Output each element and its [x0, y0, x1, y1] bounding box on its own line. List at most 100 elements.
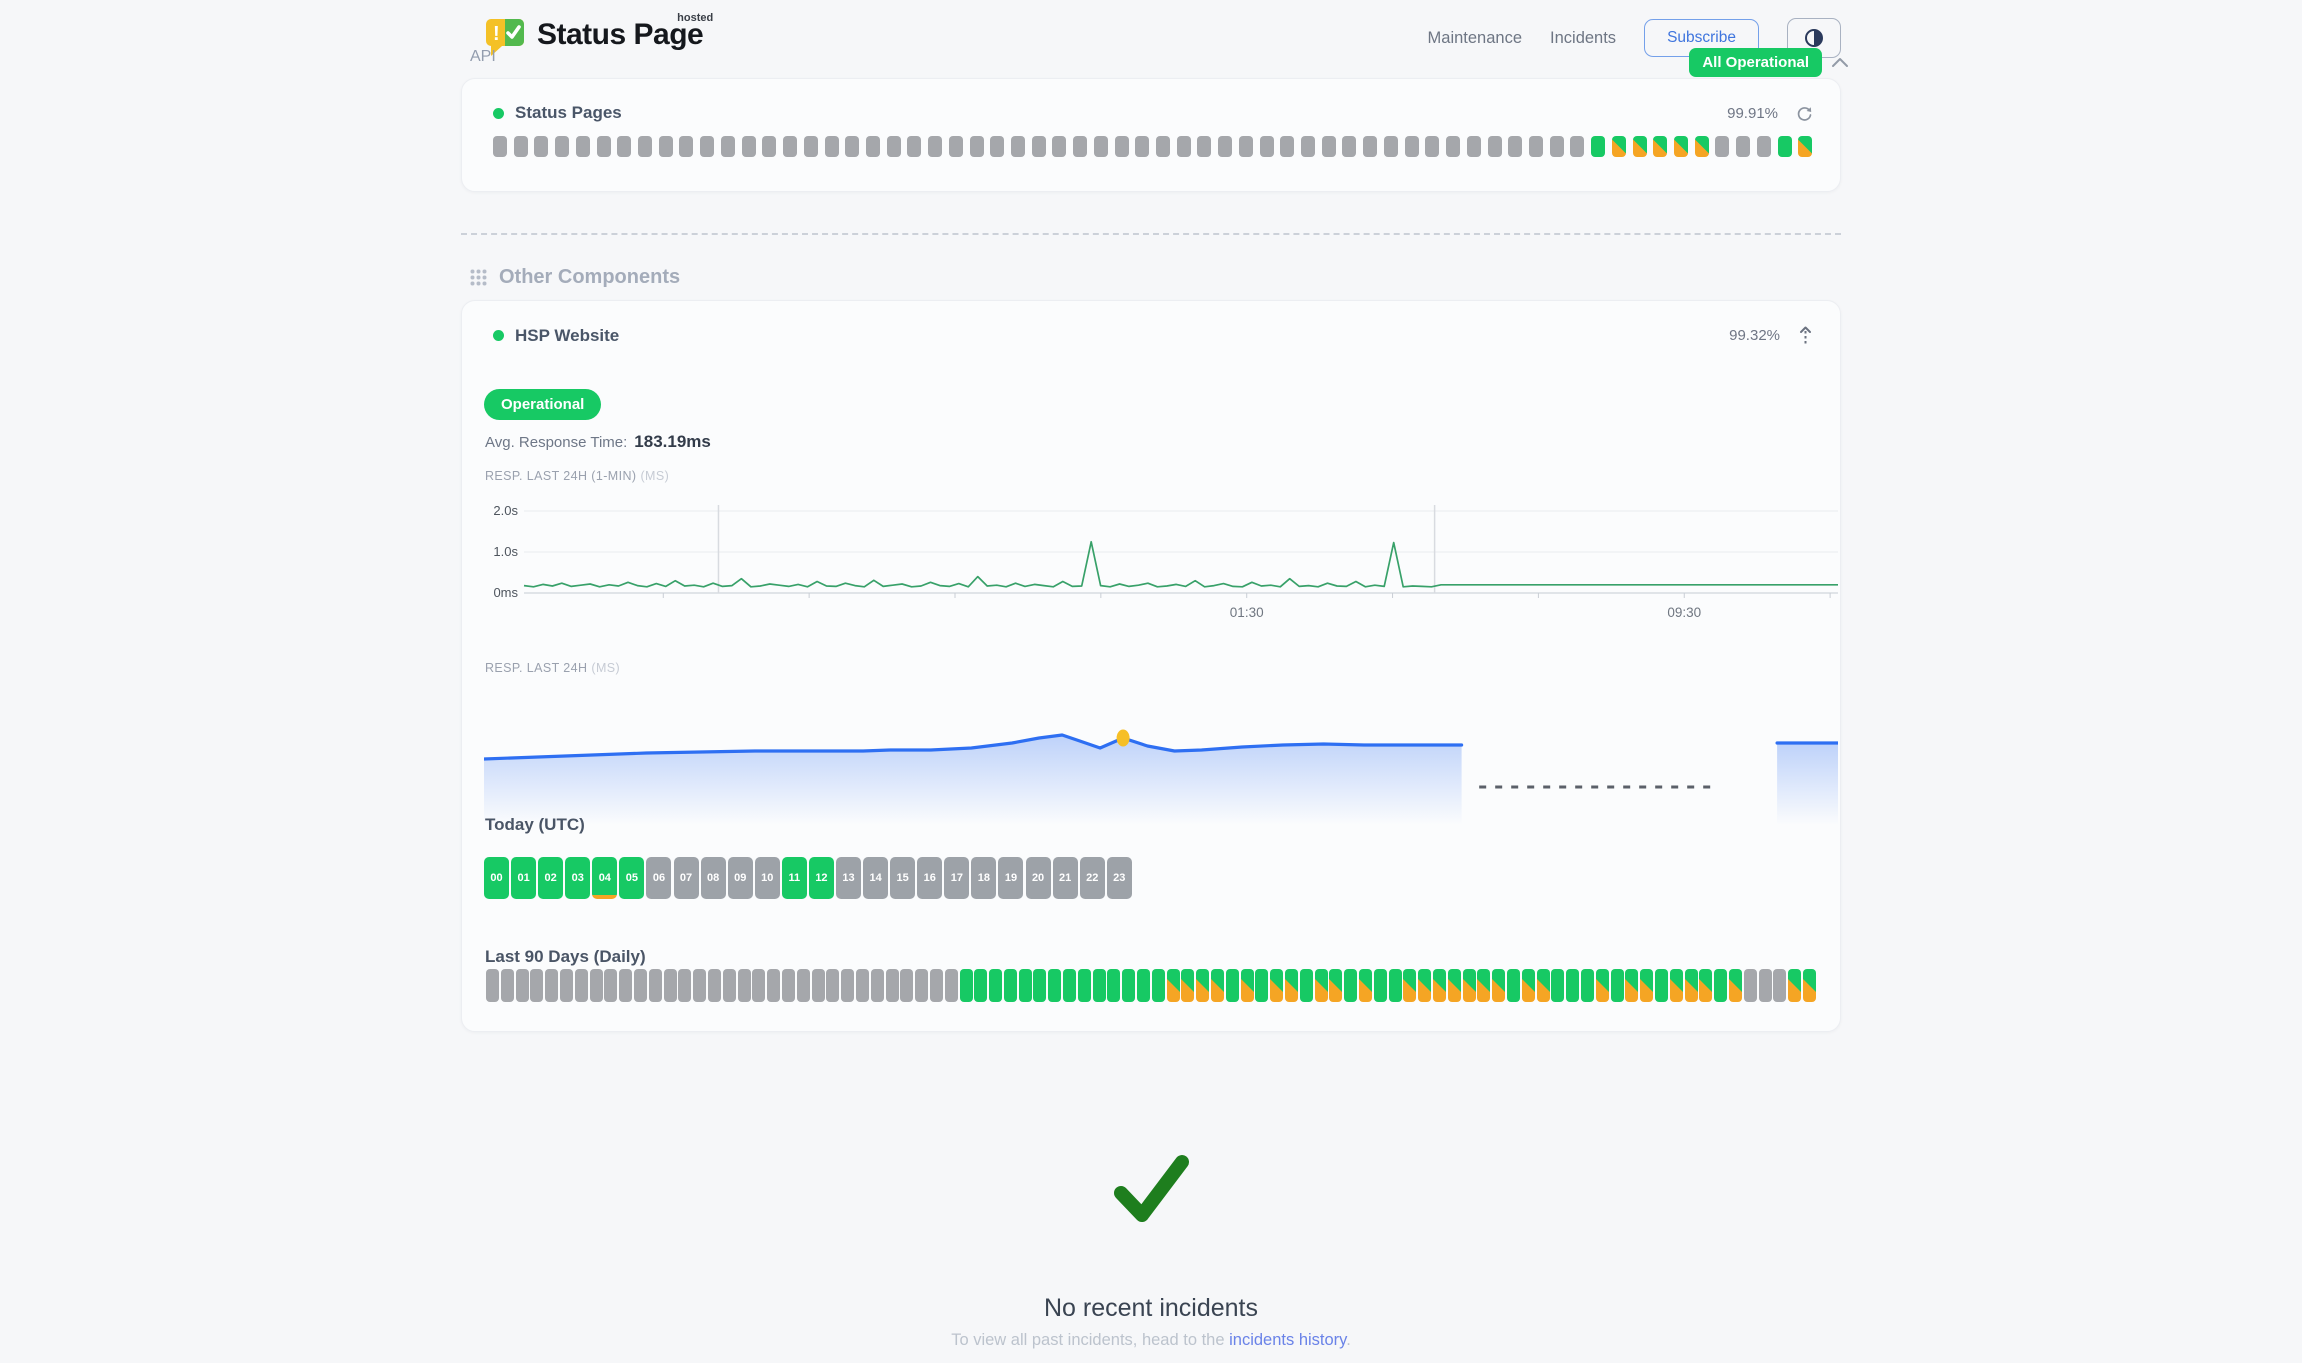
uptime-cell — [1685, 969, 1698, 1002]
uptime-cell — [1344, 969, 1357, 1002]
uptime-cell — [634, 969, 647, 1002]
status-badge[interactable]: All Operational — [1689, 48, 1822, 77]
uptime-cell — [1032, 136, 1046, 157]
arrow-up-dashed-icon[interactable] — [1798, 325, 1813, 346]
uptime-cell — [841, 969, 854, 1002]
uptime-cell — [1798, 136, 1812, 157]
uptime-cell — [900, 969, 913, 1002]
uptime-cell — [887, 136, 901, 157]
last-90-days-title: Last 90 Days (Daily) — [485, 947, 646, 967]
hour-cell-21: 21 — [1053, 857, 1078, 899]
uptime-cell — [679, 136, 693, 157]
uptime-cell — [960, 969, 973, 1002]
uptime-cell — [1537, 969, 1550, 1002]
uptime-percentage: 99.32% — [1729, 327, 1780, 344]
hour-cell-07: 07 — [674, 857, 699, 899]
nav-maintenance[interactable]: Maintenance — [1428, 29, 1522, 48]
uptime-cell — [1019, 969, 1032, 1002]
hour-cell-05: 05 — [619, 857, 644, 899]
uptime-cell — [560, 969, 573, 1002]
overall-status-control: All Operational — [1689, 48, 1849, 77]
uptime-cell — [1152, 969, 1165, 1002]
uptime-cell — [907, 136, 921, 157]
uptime-cell — [1463, 969, 1476, 1002]
uptime-cell — [604, 969, 617, 1002]
uptime-cell — [742, 136, 756, 157]
uptime-cell — [1566, 969, 1579, 1002]
uptime-cell — [945, 969, 958, 1002]
uptime-cell — [693, 969, 706, 1002]
svg-text:09:30: 09:30 — [1667, 605, 1701, 620]
uptime-cell — [1374, 969, 1387, 1002]
component-name: HSP Website — [515, 326, 619, 346]
uptime-cell — [700, 136, 714, 157]
uptime-cell — [516, 969, 529, 1002]
uptime-cell — [915, 969, 928, 1002]
uptime-cell — [752, 969, 765, 1002]
uptime-cell — [1218, 136, 1232, 157]
uptime-cell — [825, 136, 839, 157]
status-dot — [493, 330, 504, 341]
hour-cell-18: 18 — [971, 857, 996, 899]
hour-cell-04: 04 — [592, 857, 617, 899]
brand-logo[interactable]: ! Status Page hosted — [481, 12, 703, 58]
uptime-cell — [1384, 136, 1398, 157]
hour-cell-09: 09 — [728, 857, 753, 899]
half-circle-icon — [1803, 27, 1825, 49]
hour-cell-01: 01 — [511, 857, 536, 899]
uptime-cell — [1389, 969, 1402, 1002]
nav-incidents[interactable]: Incidents — [1550, 29, 1616, 48]
uptime-cell — [1122, 969, 1135, 1002]
uptime-cell — [1196, 969, 1209, 1002]
status-dot — [493, 108, 504, 119]
uptime-cell — [1405, 136, 1419, 157]
uptime-cell — [723, 969, 736, 1002]
uptime-cell — [886, 969, 899, 1002]
uptime-cell — [1467, 136, 1481, 157]
uptime-cell — [1177, 136, 1191, 157]
uptime-cell — [1488, 136, 1502, 157]
chevron-up-icon[interactable] — [1831, 57, 1849, 68]
page-container: ! Status Page hosted Maintenance Inciden… — [461, 0, 1841, 1363]
uptime-cell — [1135, 136, 1149, 157]
uptime-cell — [1181, 969, 1194, 1002]
hour-cell-12: 12 — [809, 857, 834, 899]
uptime-cell — [1260, 136, 1274, 157]
uptime-cell — [534, 136, 548, 157]
uptime-cell — [1570, 136, 1584, 157]
uptime-cell — [649, 969, 662, 1002]
uptime-cell — [1448, 969, 1461, 1002]
uptime-cell — [1714, 969, 1727, 1002]
avg-response-value: 183.19ms — [634, 432, 711, 451]
response-time-area-chart — [484, 693, 1838, 843]
uptime-cell — [1695, 136, 1709, 157]
uptime-cell — [1094, 136, 1108, 157]
hour-cell-00: 00 — [484, 857, 509, 899]
uptime-cell — [738, 969, 751, 1002]
api-status-pages-card: Status Pages 99.91% — [461, 78, 1841, 192]
uptime-cell — [974, 969, 987, 1002]
svg-text:2.0s: 2.0s — [493, 503, 518, 518]
chart2-title: RESP. LAST 24H(MS) — [485, 661, 620, 675]
uptime-cell — [1226, 969, 1239, 1002]
uptime-cell — [990, 136, 1004, 157]
uptime-cell — [1255, 969, 1268, 1002]
svg-text:1.0s: 1.0s — [493, 544, 518, 559]
uptime-cell — [493, 136, 507, 157]
uptime-cell — [501, 969, 514, 1002]
hour-cell-06: 06 — [646, 857, 671, 899]
chart1-title: RESP. LAST 24H (1-MIN)(MS) — [485, 469, 669, 483]
uptime-cell — [1315, 969, 1328, 1002]
component-name: Status Pages — [515, 103, 622, 123]
incidents-history-link[interactable]: incidents history — [1229, 1331, 1346, 1349]
uptime-cell — [1048, 969, 1061, 1002]
last-90-days-strip — [486, 969, 1816, 1002]
uptime-cell — [1581, 969, 1594, 1002]
hour-cell-19: 19 — [998, 857, 1023, 899]
component-row: Status Pages 99.91% — [493, 103, 1813, 123]
uptime-cell — [1301, 136, 1315, 157]
uptime-cell — [708, 969, 721, 1002]
no-incidents-check — [461, 1152, 1841, 1229]
uptime-cell — [1550, 136, 1564, 157]
refresh-icon[interactable] — [1796, 105, 1813, 122]
